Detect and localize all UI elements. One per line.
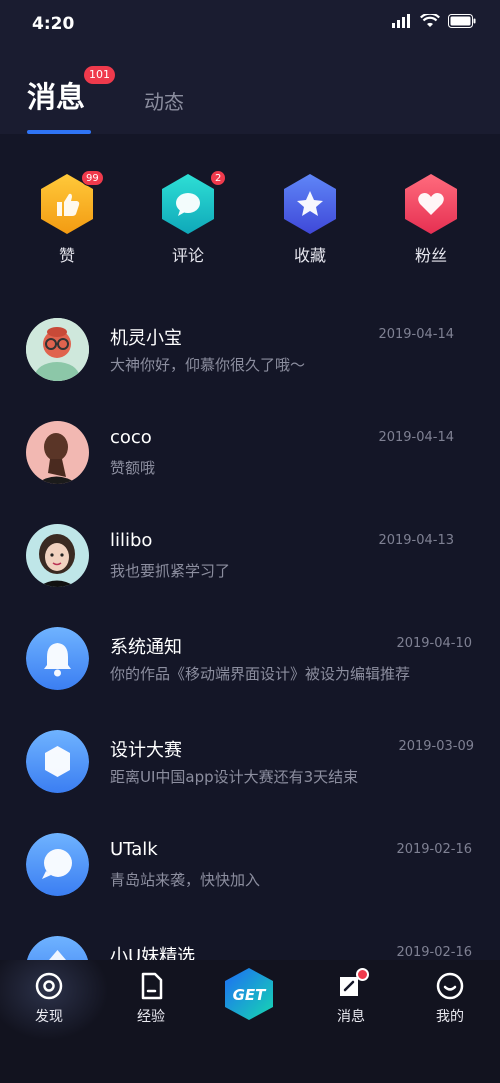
- message-date: 2019-02-16: [396, 945, 472, 960]
- avatar-cartoon: [26, 318, 89, 381]
- message-date: 2019-04-10: [396, 636, 472, 651]
- chat-bubble-icon: [26, 833, 89, 896]
- bottom-tab-bar: 发现 经验 GET 消息 我的: [0, 960, 500, 1083]
- list-item[interactable]: 设计大赛 距离UI中国app设计大赛还有3天结束 2019-03-09: [0, 712, 500, 814]
- quick-actions: 99 赞 2 评论 收藏 粉丝: [0, 170, 500, 272]
- tab-messages-bottom[interactable]: 消息: [316, 968, 386, 1026]
- message-title: lilibo: [110, 530, 153, 551]
- star-icon: [284, 174, 336, 234]
- message-preview: 大神你好，仰慕你很久了哦～: [110, 356, 306, 374]
- message-preview: 赞额哦: [110, 459, 156, 477]
- heart-icon: [405, 174, 457, 234]
- avatar-girl: [26, 524, 89, 587]
- discover-icon: [35, 972, 63, 1000]
- status-icons: [392, 14, 476, 28]
- tab-label: 我的: [436, 1009, 464, 1025]
- message-title: coco: [110, 427, 152, 448]
- message-date: 2019-02-16: [396, 842, 472, 857]
- message-date: 2019-04-14: [378, 327, 454, 342]
- profile-smile-icon: [436, 972, 464, 1000]
- message-title: 系统通知: [110, 637, 182, 658]
- quick-action-label: 赞: [58, 246, 75, 265]
- list-item[interactable]: 系统通知 你的作品《移动端界面设计》被设为编辑推荐 2019-04-10: [0, 609, 500, 711]
- tab-discover[interactable]: 发现: [14, 970, 84, 1026]
- avatar-woman: [26, 421, 89, 484]
- list-item[interactable]: coco 赞额哦 2019-04-14: [0, 403, 500, 505]
- list-item[interactable]: 机灵小宝 大神你好，仰慕你很久了哦～ 2019-04-14: [0, 300, 500, 402]
- quick-action-label: 评论: [171, 246, 204, 265]
- tab-label: 消息: [337, 1009, 365, 1025]
- quick-action-favorites[interactable]: 收藏: [270, 172, 350, 266]
- quick-action-label: 粉丝: [414, 246, 447, 265]
- tab-active-indicator: [27, 130, 91, 134]
- message-date: 2019-04-14: [378, 430, 454, 445]
- status-bar: 4:20: [0, 0, 500, 48]
- message-title: 设计大赛: [110, 740, 182, 761]
- signal-icon: [392, 14, 410, 28]
- wifi-icon: [420, 14, 440, 27]
- message-title: 机灵小宝: [110, 328, 182, 349]
- tab-messages[interactable]: 消息: [27, 74, 85, 116]
- document-icon: [141, 972, 163, 1000]
- tab-get[interactable]: GET: [214, 966, 284, 1026]
- get-hexagon-icon: GET: [225, 968, 273, 1020]
- notification-dot: [356, 968, 369, 981]
- status-time: 4:20: [32, 14, 75, 34]
- message-preview: 距离UI中国app设计大赛还有3天结束: [110, 768, 359, 786]
- comments-badge: 2: [210, 170, 227, 186]
- messages-count-badge: 101: [84, 66, 115, 84]
- likes-badge: 99: [81, 170, 104, 186]
- quick-action-likes[interactable]: 99 赞: [27, 170, 107, 266]
- message-title: UTalk: [110, 839, 158, 860]
- quick-action-comments[interactable]: 2 评论: [148, 170, 228, 266]
- message-preview: 我也要抓紧学习了: [110, 562, 231, 580]
- message-date: 2019-03-09: [398, 739, 474, 754]
- list-item[interactable]: UTalk 青岛站来袭，快快加入 2019-02-16: [0, 815, 500, 917]
- message-preview: 你的作品《移动端界面设计》被设为编辑推荐: [110, 665, 411, 683]
- comment-icon: [162, 174, 214, 234]
- hexagon-icon: [26, 730, 89, 793]
- battery-icon: [448, 14, 476, 28]
- get-label: GET: [233, 986, 268, 1004]
- quick-action-label: 收藏: [293, 246, 326, 265]
- tab-activity[interactable]: 动态: [144, 86, 184, 115]
- quick-action-fans[interactable]: 粉丝: [391, 172, 471, 266]
- tab-label: 发现: [35, 1009, 63, 1025]
- message-date: 2019-04-13: [378, 533, 454, 548]
- bell-icon: [26, 627, 89, 690]
- list-item[interactable]: lilibo 我也要抓紧学习了 2019-04-13: [0, 506, 500, 608]
- message-preview: 青岛站来袭，快快加入: [110, 871, 261, 889]
- tab-label: 经验: [137, 1009, 165, 1025]
- tab-profile[interactable]: 我的: [415, 970, 485, 1026]
- tab-experience[interactable]: 经验: [116, 970, 186, 1026]
- header: 消息 101 动态: [0, 48, 500, 134]
